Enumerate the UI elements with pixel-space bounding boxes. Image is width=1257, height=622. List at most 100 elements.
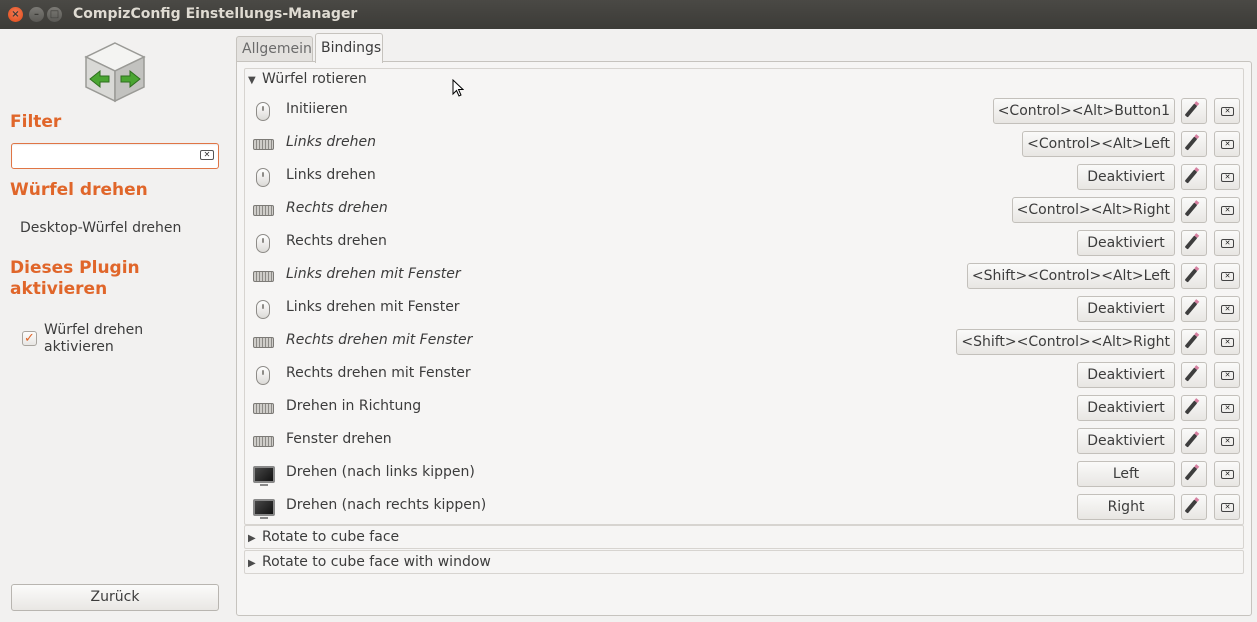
keyboard-icon [253, 267, 274, 285]
mouse-icon [253, 366, 273, 385]
edit-binding-button[interactable] [1181, 230, 1207, 256]
mouse-icon [253, 234, 273, 253]
edit-binding-button[interactable] [1181, 428, 1207, 454]
filter-field[interactable]: ✕ [11, 143, 219, 169]
binding-value-button[interactable]: Deaktiviert [1077, 362, 1175, 388]
clear-binding-button[interactable]: ✕ [1214, 461, 1240, 487]
clear-binding-button[interactable]: ✕ [1214, 428, 1240, 454]
enable-plugin-checkbox[interactable]: ✓ [22, 331, 37, 346]
backspace-clear-icon: ✕ [1221, 470, 1234, 479]
backspace-clear-icon: ✕ [1221, 503, 1234, 512]
clear-binding-button[interactable]: ✕ [1214, 296, 1240, 322]
binding-value-button[interactable]: Deaktiviert [1077, 428, 1175, 454]
pencil-icon [1184, 400, 1198, 415]
binding-row: Rechts drehen mit Fenster <Shift><Control… [245, 325, 1245, 358]
mouse-icon [253, 102, 273, 121]
enable-plugin-heading: Dieses Plugin aktivieren [10, 258, 140, 299]
keyboard-icon [253, 135, 274, 153]
binding-value-button[interactable]: Right [1077, 494, 1175, 520]
binding-label: Links drehen [286, 134, 377, 150]
binding-label: Drehen in Richtung [286, 398, 422, 414]
clear-binding-button[interactable]: ✕ [1214, 131, 1240, 157]
collapsed-group-title: Rotate to cube face with window [262, 554, 491, 570]
collapsed-group-header[interactable]: ▶ Rotate to cube face [248, 529, 399, 545]
binding-row: Links drehen mit Fenster Deaktiviert ✕ [245, 292, 1245, 325]
pencil-icon [1184, 103, 1198, 118]
sidebar: Filter ✕ Würfel drehen Desktop-Würfel dr… [0, 29, 230, 622]
binding-value-button[interactable]: <Control><Alt>Left [1022, 131, 1175, 157]
window-title: CompizConfig Einstellungs-Manager [73, 6, 358, 22]
mouse-icon [253, 300, 273, 319]
pencil-icon [1184, 268, 1198, 283]
edit-binding-button[interactable] [1181, 395, 1207, 421]
enable-plugin-label[interactable]: Würfel drehen aktivieren [44, 322, 194, 356]
pencil-icon [1184, 136, 1198, 151]
edit-binding-button[interactable] [1181, 296, 1207, 322]
collapsed-group-title: Rotate to cube face [262, 529, 400, 545]
binding-row: Fenster drehen Deaktiviert ✕ [245, 424, 1245, 457]
pencil-icon [1184, 301, 1198, 316]
back-button[interactable]: Zurück [11, 584, 219, 611]
backspace-clear-icon: ✕ [1221, 272, 1234, 281]
binding-label: Rechts drehen [286, 200, 388, 216]
collapsed-group[interactable]: ▶ Rotate to cube face with window [244, 550, 1244, 574]
clear-binding-button[interactable]: ✕ [1214, 263, 1240, 289]
binding-value-button[interactable]: Left [1077, 461, 1175, 487]
backspace-clear-icon: ✕ [1221, 140, 1234, 149]
clear-binding-button[interactable]: ✕ [1214, 329, 1240, 355]
backspace-clear-icon: ✕ [1221, 173, 1234, 182]
backspace-clear-icon: ✕ [1221, 107, 1234, 116]
binding-row: Drehen (nach rechts kippen) Right ✕ [245, 490, 1245, 523]
collapsed-group-header[interactable]: ▶ Rotate to cube face with window [248, 554, 491, 570]
binding-label: Rechts drehen mit Fenster [286, 332, 473, 348]
binding-value-button[interactable]: Deaktiviert [1077, 230, 1175, 256]
binding-value-button[interactable]: Deaktiviert [1077, 164, 1175, 190]
clear-binding-button[interactable]: ✕ [1214, 98, 1240, 124]
minimize-window-button[interactable]: – [29, 7, 44, 22]
clear-binding-button[interactable]: ✕ [1214, 362, 1240, 388]
binding-label: Drehen (nach rechts kippen) [286, 497, 487, 513]
backspace-clear-icon: ✕ [1221, 206, 1234, 215]
binding-row: Rechts drehen <Control><Alt>Right ✕ [245, 193, 1245, 226]
edit-binding-button[interactable] [1181, 263, 1207, 289]
binding-row: Rechts drehen Deaktiviert ✕ [245, 226, 1245, 259]
binding-row: Drehen (nach links kippen) Left ✕ [245, 457, 1245, 490]
close-window-button[interactable]: × [8, 7, 23, 22]
clear-binding-button[interactable]: ✕ [1214, 197, 1240, 223]
tab-bindings[interactable]: Bindings [315, 33, 383, 63]
mouse-icon [253, 168, 273, 187]
backspace-clear-icon: ✕ [1221, 338, 1234, 347]
filter-input[interactable] [15, 146, 195, 166]
tab-general[interactable]: Allgemein [236, 36, 313, 62]
edit-binding-button[interactable] [1181, 131, 1207, 157]
edit-binding-button[interactable] [1181, 164, 1207, 190]
binding-label: Rechts drehen mit Fenster [286, 365, 471, 381]
edit-binding-button[interactable] [1181, 362, 1207, 388]
binding-value-button[interactable]: Deaktiviert [1077, 296, 1175, 322]
keyboard-icon [253, 399, 274, 417]
binding-value-button[interactable]: <Shift><Control><Alt>Left [966, 263, 1175, 289]
binding-value-button[interactable]: <Shift><Control><Alt>Right [956, 329, 1175, 355]
binding-label: Drehen (nach links kippen) [286, 464, 475, 480]
pencil-icon [1184, 367, 1198, 382]
clear-binding-button[interactable]: ✕ [1214, 395, 1240, 421]
maximize-window-button[interactable]: □ [47, 7, 62, 22]
clear-filter-icon[interactable]: ✕ [200, 150, 214, 160]
edit-binding-button[interactable] [1181, 461, 1207, 487]
edit-binding-button[interactable] [1181, 329, 1207, 355]
clear-binding-button[interactable]: ✕ [1214, 230, 1240, 256]
mouse-pointer-icon [452, 79, 464, 97]
edit-binding-button[interactable] [1181, 98, 1207, 124]
screen-edge-icon [253, 498, 275, 519]
edit-binding-button[interactable] [1181, 494, 1207, 520]
collapsed-group[interactable]: ▶ Rotate to cube face [244, 525, 1244, 549]
clear-binding-button[interactable]: ✕ [1214, 164, 1240, 190]
clear-binding-button[interactable]: ✕ [1214, 494, 1240, 520]
binding-value-button[interactable]: Deaktiviert [1077, 395, 1175, 421]
edit-binding-button[interactable] [1181, 197, 1207, 223]
binding-value-button[interactable]: <Control><Alt>Right [1011, 197, 1175, 223]
category-heading: Würfel drehen [10, 180, 148, 200]
pencil-icon [1184, 169, 1198, 184]
expanded-group-header[interactable]: ▼ Würfel rotieren [248, 71, 367, 87]
binding-value-button[interactable]: <Control><Alt>Button1 [992, 98, 1175, 124]
